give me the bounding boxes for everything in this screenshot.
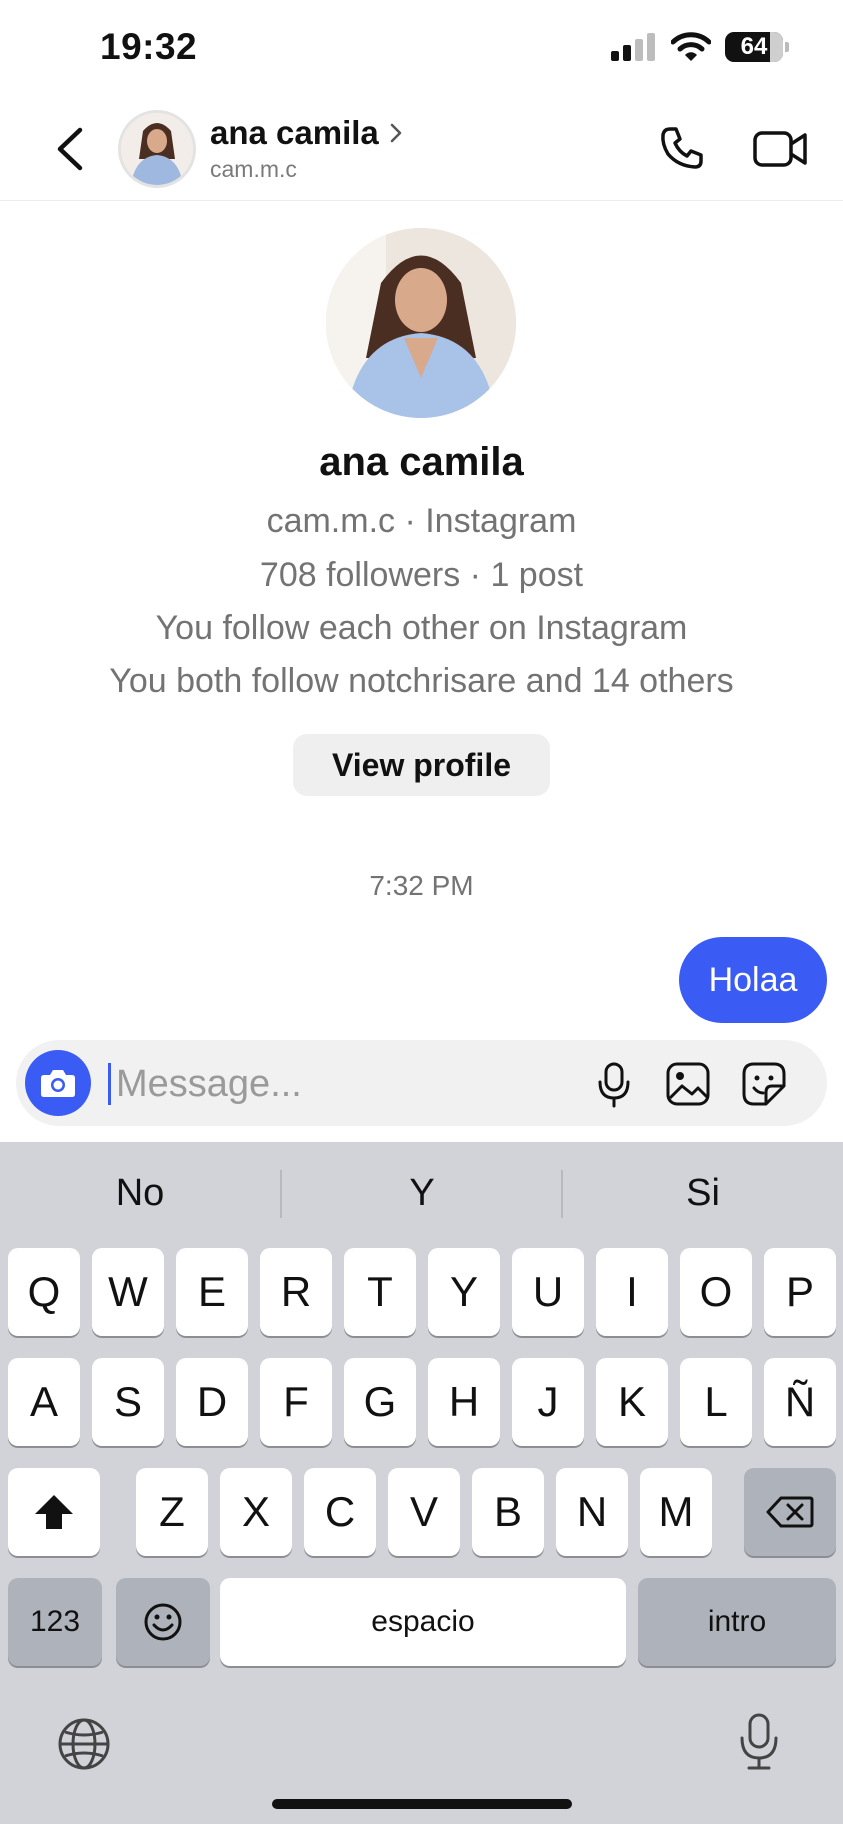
camera-icon (41, 1070, 75, 1097)
header-handle: cam.m.c (210, 156, 297, 182)
key-x[interactable]: X (220, 1468, 292, 1556)
key-y[interactable]: Y (428, 1248, 500, 1336)
person-photo-icon (121, 113, 193, 185)
video-call-icon[interactable] (752, 126, 808, 172)
key-o[interactable]: O (680, 1248, 752, 1336)
key-q[interactable]: Q (8, 1248, 80, 1336)
key-l[interactable]: L (680, 1358, 752, 1446)
view-profile-button[interactable]: View profile (293, 734, 550, 796)
cellular-signal-icon (611, 33, 655, 61)
key-n[interactable]: N (556, 1468, 628, 1556)
status-icons: 64 (611, 32, 789, 62)
key-g[interactable]: G (344, 1358, 416, 1446)
key-f[interactable]: F (260, 1358, 332, 1446)
key-p[interactable]: P (764, 1248, 836, 1336)
battery-level: 64 (740, 33, 768, 60)
key-j[interactable]: J (512, 1358, 584, 1446)
profile-photo[interactable] (326, 228, 516, 418)
backspace-icon (766, 1496, 814, 1528)
key-a[interactable]: A (8, 1358, 80, 1446)
shift-key[interactable] (8, 1468, 100, 1556)
profile-followers: 708 followers · 1 post (259, 556, 584, 594)
profile-subtitle: cam.m.c · Instagram (266, 502, 577, 540)
key-s[interactable]: S (92, 1358, 164, 1446)
message-composer (16, 1040, 827, 1126)
header-name: ana camila (210, 114, 379, 151)
profile-name: ana camila (319, 440, 524, 484)
key-v[interactable]: V (388, 1468, 460, 1556)
wifi-icon (671, 32, 711, 61)
suggestion-2[interactable]: Y (282, 1172, 562, 1215)
key-i[interactable]: I (596, 1248, 668, 1336)
key-m[interactable]: M (640, 1468, 712, 1556)
key-n-tilde[interactable]: Ñ (764, 1358, 836, 1446)
phone-call-icon[interactable] (658, 124, 706, 172)
chat-header: ana camila cam.m.c (0, 100, 843, 201)
key-w[interactable]: W (92, 1248, 164, 1336)
key-b[interactable]: B (472, 1468, 544, 1556)
key-r[interactable]: R (260, 1248, 332, 1336)
emoji-key[interactable] (116, 1578, 210, 1666)
delete-key[interactable] (744, 1468, 836, 1556)
key-d[interactable]: D (176, 1358, 248, 1446)
header-avatar[interactable] (118, 110, 196, 188)
key-k[interactable]: K (596, 1358, 668, 1446)
key-h[interactable]: H (428, 1358, 500, 1446)
person-photo-icon (326, 228, 516, 418)
keyboard: No Y Si Q W E R T Y U I O P A S D F G H … (0, 1142, 843, 1824)
profile-shared-follows: You both follow notchrisare and 14 other… (109, 662, 734, 700)
gallery-icon[interactable] (664, 1060, 712, 1108)
camera-button[interactable] (25, 1050, 91, 1116)
shift-arrow-icon (35, 1495, 73, 1529)
key-u[interactable]: U (512, 1248, 584, 1336)
return-key[interactable]: intro (638, 1578, 836, 1666)
chevron-right-icon (390, 123, 402, 143)
header-name-row[interactable]: ana camila (210, 114, 403, 152)
sticker-icon[interactable] (740, 1060, 788, 1108)
back-chevron-icon[interactable] (50, 126, 90, 172)
key-z[interactable]: Z (136, 1468, 208, 1556)
profile-mutual-follow: You follow each other on Instagram (155, 609, 688, 647)
message-input[interactable] (114, 1056, 578, 1112)
key-t[interactable]: T (344, 1248, 416, 1336)
home-indicator[interactable] (272, 1799, 572, 1809)
space-key[interactable]: espacio (220, 1578, 626, 1666)
status-time: 19:32 (100, 26, 198, 67)
text-cursor (108, 1063, 111, 1105)
suggestion-3[interactable]: Si (563, 1172, 843, 1215)
numbers-key[interactable]: 123 (8, 1578, 102, 1666)
globe-icon[interactable] (56, 1716, 112, 1772)
key-c[interactable]: C (304, 1468, 376, 1556)
dictation-microphone-icon[interactable] (736, 1712, 782, 1772)
key-e[interactable]: E (176, 1248, 248, 1336)
suggestion-1[interactable]: No (0, 1172, 280, 1215)
microphone-icon[interactable] (590, 1060, 638, 1108)
emoji-smiley-icon (144, 1603, 182, 1641)
battery-indicator: 64 (725, 32, 789, 62)
message-timestamp: 7:32 PM (369, 870, 474, 901)
sent-message-bubble[interactable]: Holaa (679, 937, 827, 1023)
